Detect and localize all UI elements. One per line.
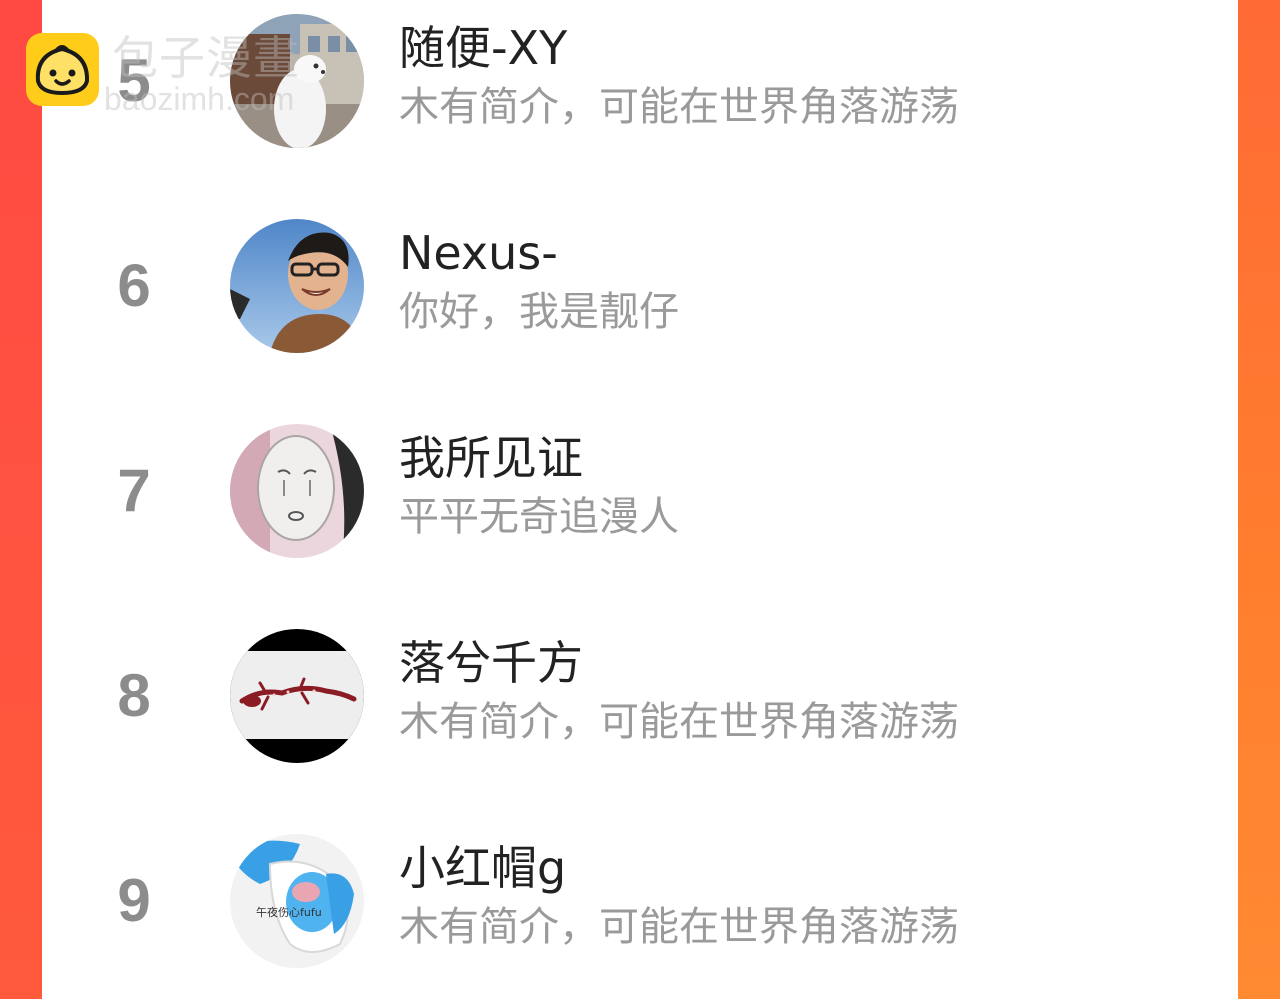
ranking-list: 5 随便-XY 木有简介，可能在世界角落游荡 6 Nexus- 你好，我是靓仔 … — [42, 0, 1238, 999]
user-bio: 木有简介，可能在世界角落游荡 — [399, 84, 959, 130]
user-name[interactable]: Nexus- — [399, 225, 558, 281]
avatar-noface-mask — [230, 424, 364, 558]
list-item[interactable]: 9 午夜伤心fufu 小红帽g 木有简介，可能在世界角落游荡 — [42, 826, 1238, 976]
avatar[interactable] — [230, 219, 364, 353]
avatar[interactable] — [230, 629, 364, 763]
watermark-url: baozimh.com — [104, 81, 295, 117]
avatar-blue-character: 午夜伤心fufu — [230, 834, 364, 968]
rank-number: 6 — [117, 252, 151, 319]
user-bio: 平平无奇追漫人 — [399, 494, 679, 540]
avatar-person-glasses — [230, 219, 364, 353]
user-bio: 木有简介，可能在世界角落游荡 — [399, 904, 959, 950]
list-item[interactable]: 8 落兮千方 木有简介，可能在世界角落游荡 — [42, 621, 1238, 771]
right-gradient-border — [1238, 0, 1280, 999]
left-gradient-border — [0, 0, 42, 999]
rank-number: 9 — [117, 867, 151, 934]
avatar-caption: 午夜伤心fufu — [256, 905, 322, 919]
watermark-title: 包子漫畫 — [112, 31, 300, 85]
site-watermark: 包子漫畫 baozimh.com — [26, 31, 356, 117]
avatar[interactable] — [230, 424, 364, 558]
user-name[interactable]: 随便-XY — [399, 20, 567, 76]
bun-face-icon — [26, 33, 99, 106]
rank-number: 8 — [117, 662, 151, 729]
user-bio: 木有简介，可能在世界角落游荡 — [399, 699, 959, 745]
user-name[interactable]: 小红帽g — [399, 840, 566, 896]
rank-number: 7 — [117, 457, 151, 524]
avatar-lizard — [230, 629, 364, 763]
list-item[interactable]: 7 我所见证 平平无奇追漫人 — [42, 416, 1238, 566]
ranking-page: 5 随便-XY 木有简介，可能在世界角落游荡 6 Nexus- 你好，我是靓仔 … — [0, 0, 1280, 999]
user-name[interactable]: 我所见证 — [399, 430, 583, 486]
user-name[interactable]: 落兮千方 — [399, 635, 583, 691]
list-item[interactable]: 6 Nexus- 你好，我是靓仔 — [42, 211, 1238, 361]
avatar[interactable]: 午夜伤心fufu — [230, 834, 364, 968]
user-bio: 你好，我是靓仔 — [399, 289, 679, 335]
